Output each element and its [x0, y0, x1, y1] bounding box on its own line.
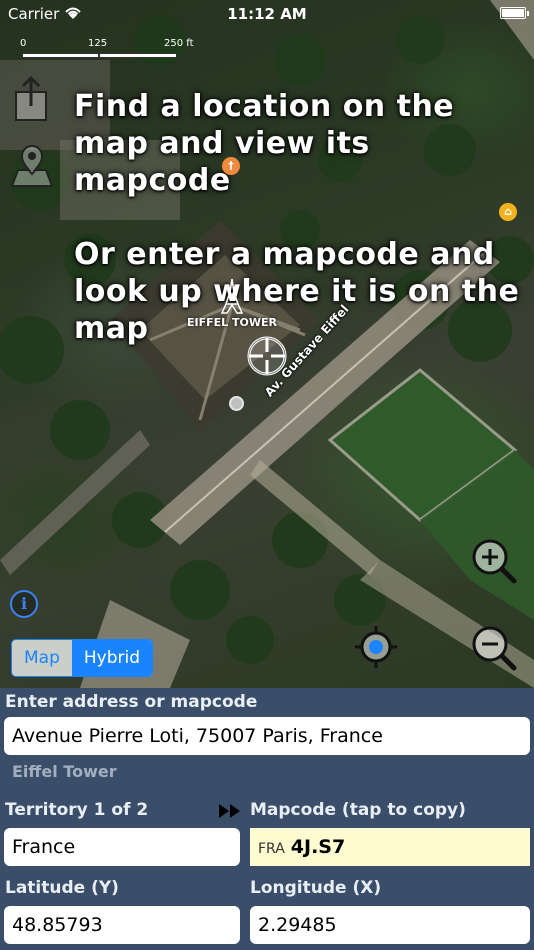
scale-tick-0: 0 — [20, 38, 27, 49]
mapcode-prefix: FRA — [258, 841, 285, 857]
zoom-in-icon[interactable] — [468, 535, 518, 585]
latitude-input[interactable]: 48.85793 — [4, 906, 240, 944]
info-icon[interactable]: i — [10, 590, 38, 618]
scale-tick-125: 125 — [88, 38, 108, 49]
search-result[interactable]: Eiffel Tower — [12, 762, 117, 781]
crosshair-icon — [247, 336, 287, 376]
instructions-overlay: Find a location on the map and view its … — [74, 88, 524, 347]
mapcode-panel: Enter address or mapcode Avenue Pierre L… — [0, 688, 534, 950]
map-pin-icon[interactable] — [8, 140, 56, 190]
clock: 11:12 AM — [227, 5, 307, 23]
scale-tick-250: 250 ft — [164, 38, 194, 49]
eiffel-tower-icon — [220, 278, 244, 314]
latitude-label: Latitude (Y) — [5, 878, 119, 898]
map-type-map[interactable]: Map — [12, 640, 72, 676]
scale-bar: 0 125 250 ft — [20, 38, 210, 64]
mapcode-label: Mapcode (tap to copy) — [250, 800, 466, 820]
territory-label: Territory 1 of 2 — [5, 800, 149, 820]
mapcode-value: 4J.S7 — [290, 836, 346, 858]
map-type-control[interactable]: Map Hybrid — [11, 639, 154, 677]
restaurant-icon[interactable]: † — [222, 157, 240, 175]
status-bar: Carrier 11:12 AM — [0, 0, 534, 28]
mapcode-field[interactable]: FRA 4J.S7 — [250, 828, 530, 866]
shop-icon[interactable]: ⌂ — [499, 203, 517, 221]
next-territory-icon[interactable] — [218, 802, 242, 820]
search-input[interactable]: Avenue Pierre Loti, 75007 Paris, France — [4, 717, 530, 755]
share-icon[interactable] — [8, 74, 56, 124]
longitude-input[interactable]: 2.29485 — [250, 906, 530, 944]
location-dot — [229, 396, 244, 411]
landmark-label[interactable]: EIFFEL TOWER — [176, 316, 288, 329]
territory-input[interactable]: France — [4, 828, 240, 866]
search-label: Enter address or mapcode — [5, 692, 258, 712]
longitude-label: Longitude (X) — [250, 878, 382, 898]
map-view[interactable]: Carrier 11:12 AM 0 125 250 ft Find a loc… — [0, 0, 534, 688]
battery-icon — [500, 7, 529, 19]
instructions-lookup: Or enter a mapcode and look up where it … — [74, 237, 520, 346]
instructions-find: Find a location on the map and view its … — [74, 89, 455, 198]
locate-icon[interactable] — [353, 624, 399, 670]
map-type-hybrid[interactable]: Hybrid — [71, 640, 153, 676]
zoom-out-icon[interactable] — [468, 622, 518, 672]
